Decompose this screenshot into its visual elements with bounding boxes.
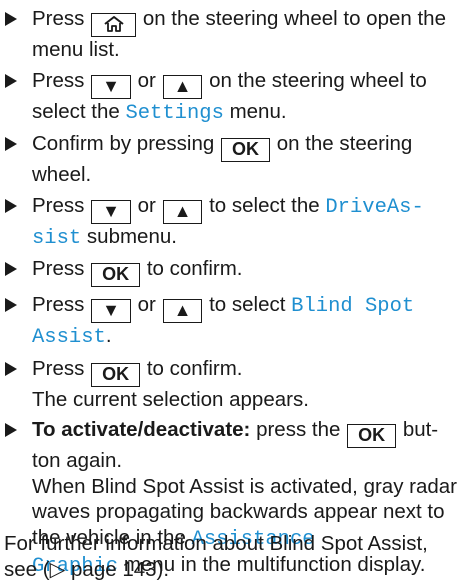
step-text: Press: [32, 7, 85, 30]
step-text: Confirm by pressing: [32, 132, 215, 155]
instruction-list: Press on the steering wheel to open the …: [4, 6, 460, 585]
list-item: Press ▼ or ▲ to select the DriveAs- sist…: [4, 193, 460, 252]
bullet-arrow-icon: [5, 198, 17, 213]
menu-name: Assist: [32, 326, 106, 349]
step-text: or: [137, 68, 156, 92]
bullet-arrow-icon: [5, 137, 17, 151]
menu-name: sist: [32, 226, 82, 250]
bullet-arrow-icon: [5, 12, 17, 26]
menu-name: DriveAs-: [325, 195, 424, 219]
home-key: [91, 13, 137, 37]
home-icon: [103, 15, 124, 32]
bullet-arrow-icon: [5, 73, 17, 88]
step-text: to confirm.: [146, 356, 243, 380]
menu-name: Blind Spot: [291, 295, 415, 318]
up-key: ▲: [162, 199, 203, 224]
step-text: Press: [32, 257, 85, 280]
step-text: ton again.: [32, 449, 123, 472]
step-text: press the: [256, 418, 341, 441]
step-text: Press: [32, 356, 85, 380]
bullet-arrow-icon: [5, 423, 17, 437]
bullet-arrow-icon: [5, 361, 17, 376]
down-key: ▼: [91, 299, 131, 323]
list-item: Press ▼ or ▲ to select Blind Spot Assist…: [4, 292, 460, 351]
manual-page: Press on the steering wheel to open the …: [0, 0, 464, 587]
step-text: to select the: [209, 193, 320, 217]
ok-key: OK: [91, 362, 141, 387]
list-item: Press OK to confirm. The current selecti…: [4, 356, 460, 413]
step-text: to confirm.: [146, 257, 243, 280]
step-text: or: [137, 193, 156, 217]
bullet-arrow-icon: [5, 262, 17, 276]
up-key: ▲: [162, 74, 203, 99]
step-text: submenu.: [86, 224, 177, 248]
step-text: or: [137, 293, 156, 316]
menu-name: Settings: [125, 101, 224, 125]
step-text: Press: [32, 293, 85, 316]
ok-key: OK: [347, 424, 397, 448]
list-item: Press OK to confirm.: [4, 256, 460, 287]
step-text: but-: [402, 418, 439, 441]
up-key: ▲: [162, 299, 203, 323]
step-text: menu.: [229, 99, 287, 123]
ok-key: OK: [91, 263, 141, 287]
step-text: to select: [209, 293, 286, 316]
list-item: Confirm by pressing OK on the steering w…: [4, 131, 460, 188]
down-key: ▼: [91, 74, 131, 99]
step-text: Press: [32, 193, 85, 217]
list-item: Press on the steering wheel to open the …: [4, 6, 460, 63]
step-result-text: The current selection appears.: [32, 387, 309, 411]
ok-key: OK: [221, 138, 270, 162]
further-info-note: For further information about Blind Spot…: [4, 532, 428, 581]
step-heading: To activate/deactivate:: [32, 418, 251, 441]
step-text: .: [105, 324, 112, 347]
down-key: ▼: [91, 199, 131, 224]
list-item: Press ▼ or ▲ on the steering wheel to se…: [4, 68, 460, 127]
step-text: Press: [32, 68, 85, 92]
bullet-arrow-icon: [5, 298, 17, 312]
